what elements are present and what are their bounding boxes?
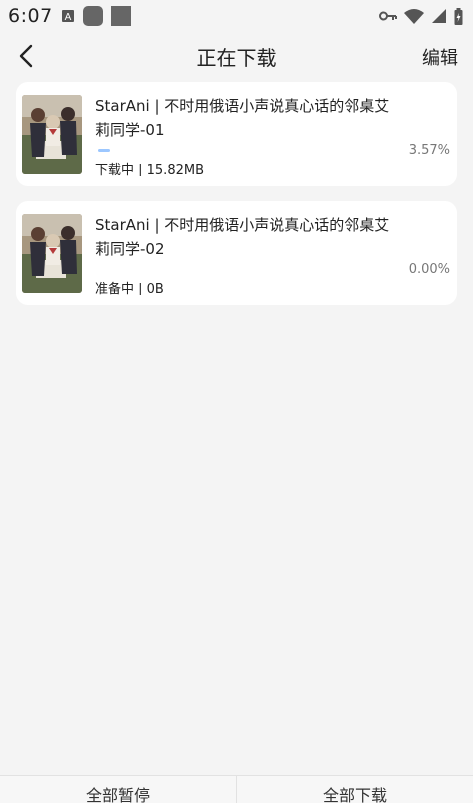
- download-item[interactable]: StarAni | 不时用俄语小声说真心话的邻桌艾莉同学-02 0.00% 准备…: [16, 201, 457, 305]
- download-item[interactable]: StarAni | 不时用俄语小声说真心话的邻桌艾莉同学-01 3.57% 下载…: [16, 82, 457, 186]
- download-list: StarAni | 不时用俄语小声说真心话的邻桌艾莉同学-01 3.57% 下载…: [16, 82, 457, 320]
- download-status: 准备中 | 0B: [95, 282, 164, 295]
- status-time: 6:07: [8, 5, 53, 27]
- svg-text:A: A: [64, 12, 71, 23]
- page-title: 正在下载: [196, 46, 277, 70]
- cell-signal-icon: [432, 9, 446, 23]
- status-bar: 6:07 A: [0, 0, 473, 32]
- wifi-icon: [404, 8, 424, 24]
- pause-all-button[interactable]: 全部暂停: [0, 776, 236, 803]
- download-percent: 3.57%: [408, 143, 450, 158]
- notification-app-icon: [82, 6, 103, 26]
- anime-cover-thumbnail: [22, 214, 82, 293]
- edit-button[interactable]: 编辑: [422, 44, 458, 70]
- download-title: StarAni | 不时用俄语小声说真心话的邻桌艾莉同学-01: [95, 97, 390, 139]
- anime-cover-thumbnail: [22, 95, 82, 174]
- download-status: 下载中 | 15.82MB: [95, 163, 204, 176]
- download-all-button[interactable]: 全部下载: [237, 776, 473, 803]
- top-app-bar: 正在下载 编辑: [0, 36, 473, 76]
- keyboard-notification-icon: A: [61, 10, 74, 23]
- notification-square-icon: [110, 6, 131, 26]
- vpn-key-icon: [379, 11, 397, 21]
- bottom-action-bar: 全部暂停 全部下载: [0, 775, 473, 803]
- download-percent: 0.00%: [408, 262, 450, 277]
- download-title: StarAni | 不时用俄语小声说真心话的邻桌艾莉同学-02: [95, 216, 390, 258]
- battery-icon: [454, 7, 463, 25]
- download-progress-bar: [98, 149, 110, 152]
